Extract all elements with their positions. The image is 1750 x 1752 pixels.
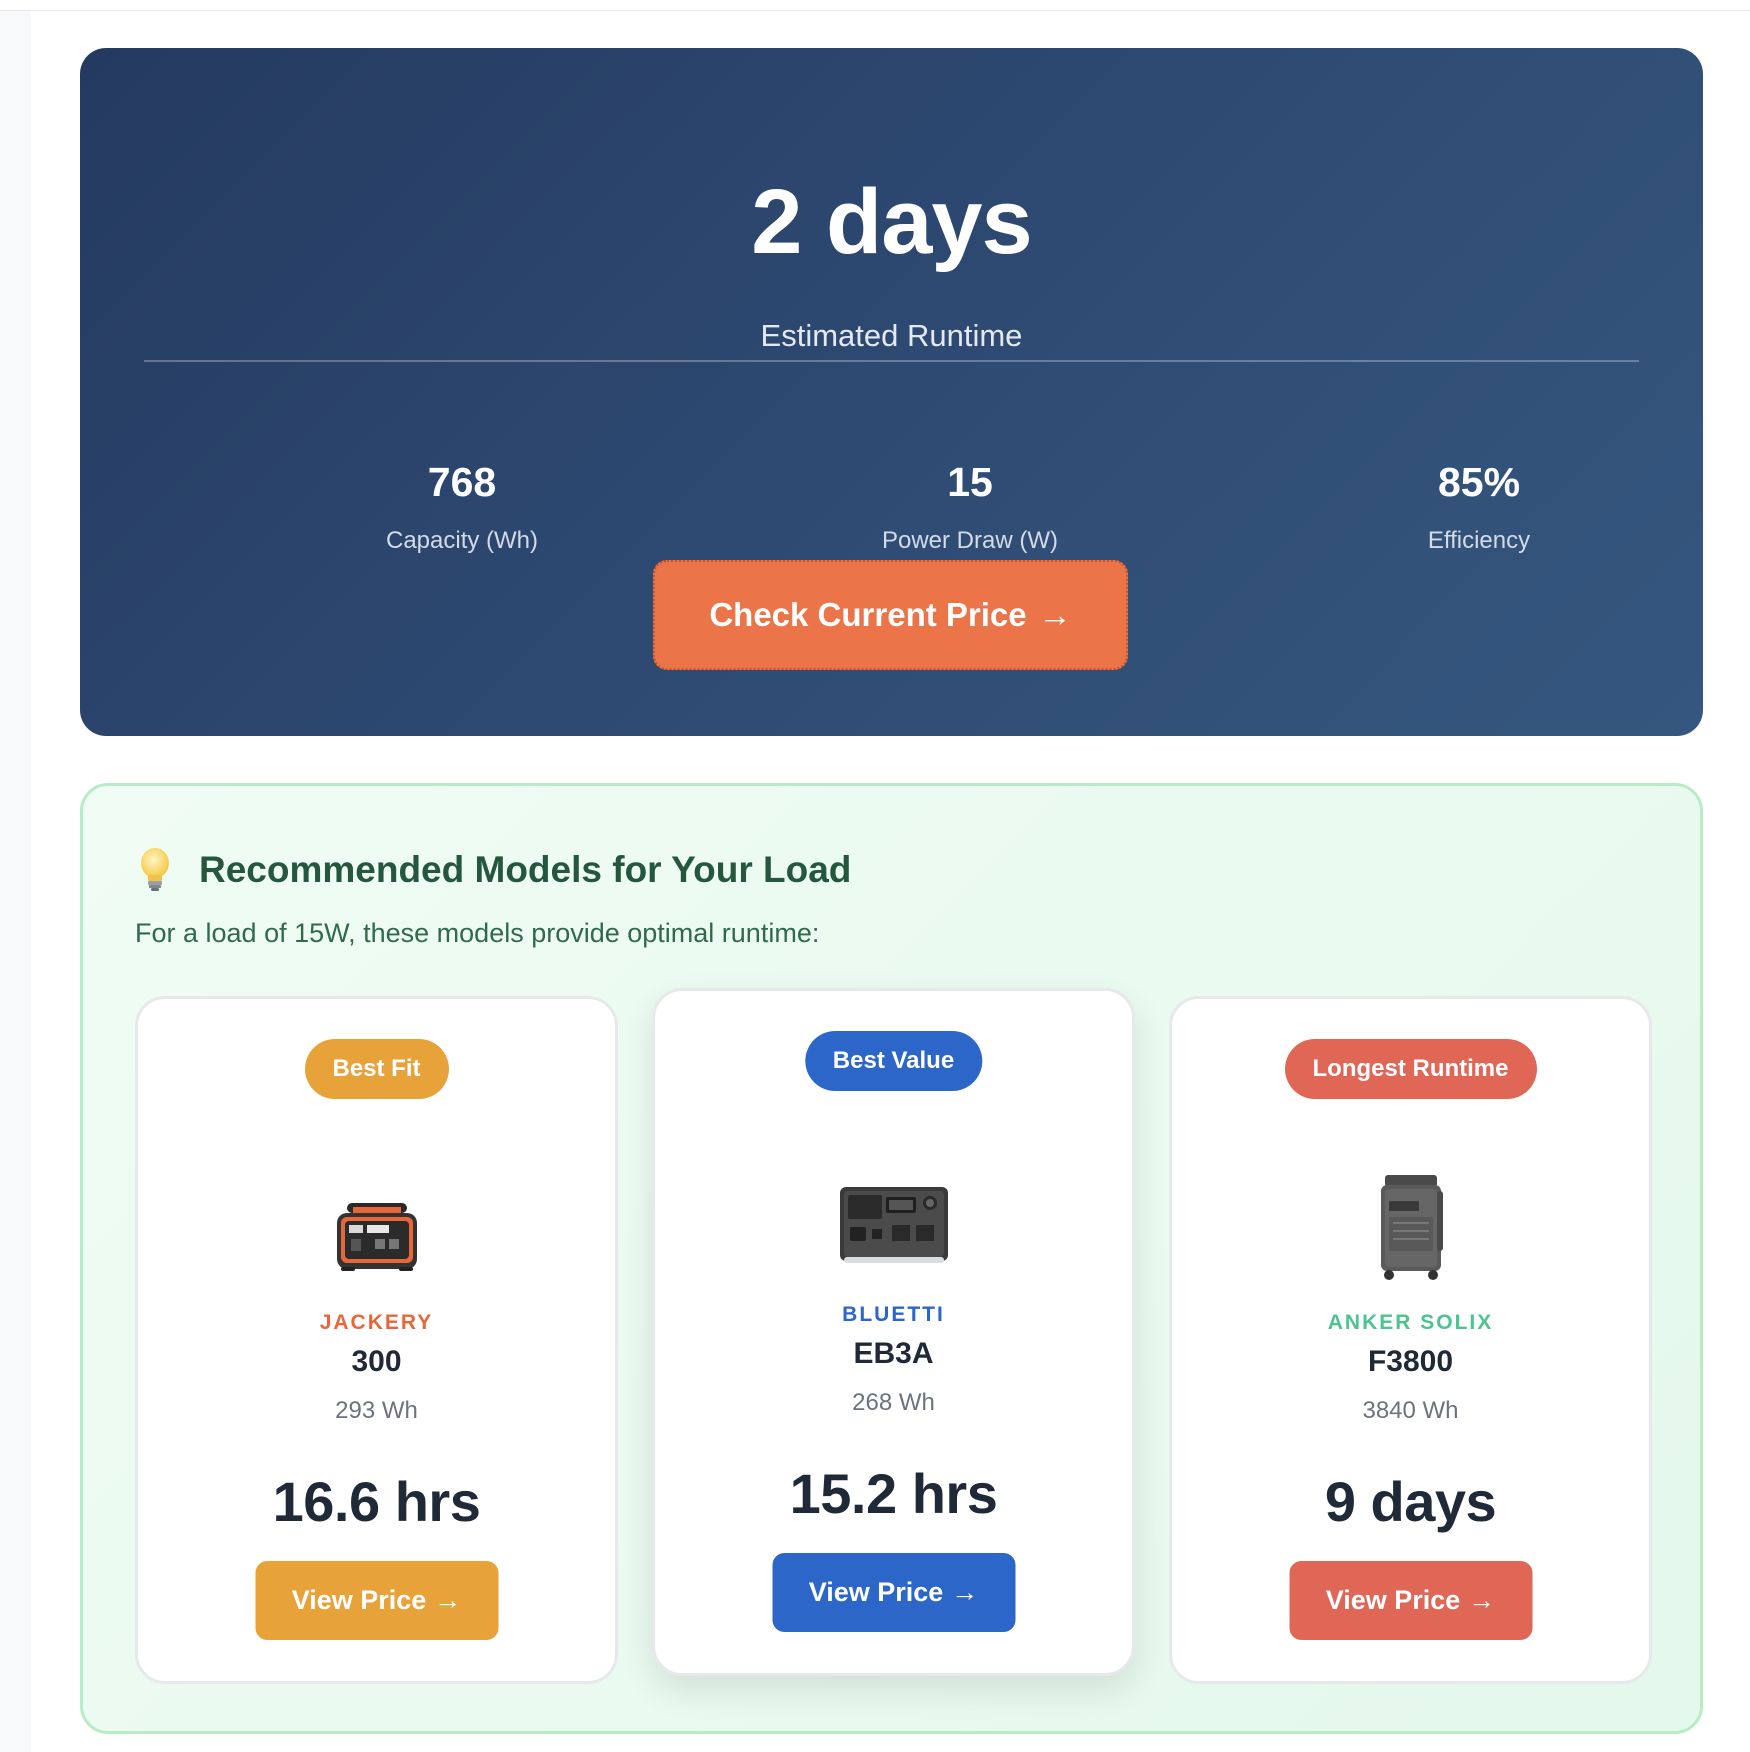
product-capacity: 293 Wh [335,1397,418,1424]
view-price-button-jackery[interactable]: View Price → [255,1561,498,1640]
power-station-jackery-icon [317,1167,437,1287]
stat-label: Capacity (Wh) [385,527,539,554]
view-price-button-anker[interactable]: View Price → [1289,1561,1532,1640]
recommended-models-panel: Recommended Models for Your Load For a l… [80,783,1703,1734]
stat-value: 85% [1437,459,1521,505]
product-card-bluetti: Best Value BLUETTI EB3A 268 Wh 15.2 hrs … [652,988,1135,1676]
runtime-value: 2 days [751,171,1032,273]
view-price-label: View Price [291,1585,427,1615]
product-runtime: 9 days [1324,1470,1497,1533]
runtime-label: Estimated Runtime [760,318,1023,353]
product-model: EB3A [853,1337,934,1370]
rec-subtitle: For a load of 15W, these models provide … [135,918,820,948]
stat-value: 768 [427,459,497,505]
product-runtime: 16.6 hrs [272,1470,481,1533]
rec-title-row: Recommended Models for Your Load [135,846,851,894]
left-rail [0,11,31,1752]
stat-label: Power Draw (W) [881,527,1058,554]
product-capacity: 3840 Wh [1362,1397,1459,1424]
top-edge [0,0,1750,11]
product-brand: JACKERY [319,1311,434,1334]
badge-longest-runtime: Longest Runtime [1284,1039,1537,1099]
product-brand: ANKER SOLIX [1327,1311,1494,1334]
divider [144,360,1639,362]
arrow-right-icon: → [1038,596,1072,633]
runtime-result-card: 2 days Estimated Runtime 768 Capacity (W… [80,48,1703,736]
arrow-right-icon: → [1468,1585,1496,1615]
stat-power-draw: 15 Power Draw (W) [770,462,1170,555]
stat-value: 15 [947,459,993,505]
product-capacity: 268 Wh [852,1389,935,1416]
stat-efficiency: 85% Efficiency [1279,462,1679,555]
power-station-bluetti-icon [834,1159,954,1279]
check-current-price-label: Check Current Price [709,596,1027,633]
check-current-price-button[interactable]: Check Current Price → [653,560,1128,670]
stat-capacity: 768 Capacity (Wh) [262,462,662,555]
product-card-jackery: Best Fit JACKERY 300 293 Wh 16.6 hrs Vie… [135,996,618,1684]
product-model: F3800 [1367,1345,1454,1378]
rec-title: Recommended Models for Your Load [199,849,852,890]
lightbulb-icon [135,846,175,894]
view-price-button-bluetti[interactable]: View Price → [772,1553,1015,1632]
product-card-anker: Longest Runtime ANKER SOLIX F3800 3840 W… [1169,996,1652,1684]
power-station-anker-icon [1351,1167,1471,1287]
arrow-right-icon: → [434,1585,462,1615]
product-model: 300 [351,1345,402,1378]
view-price-label: View Price [1325,1585,1461,1615]
view-price-label: View Price [808,1577,944,1607]
badge-best-value: Best Value [804,1031,983,1091]
product-brand: BLUETTI [842,1303,945,1326]
arrow-right-icon: → [951,1577,979,1607]
product-runtime: 15.2 hrs [789,1462,998,1525]
stat-label: Efficiency [1427,527,1531,554]
badge-best-fit: Best Fit [304,1039,449,1099]
